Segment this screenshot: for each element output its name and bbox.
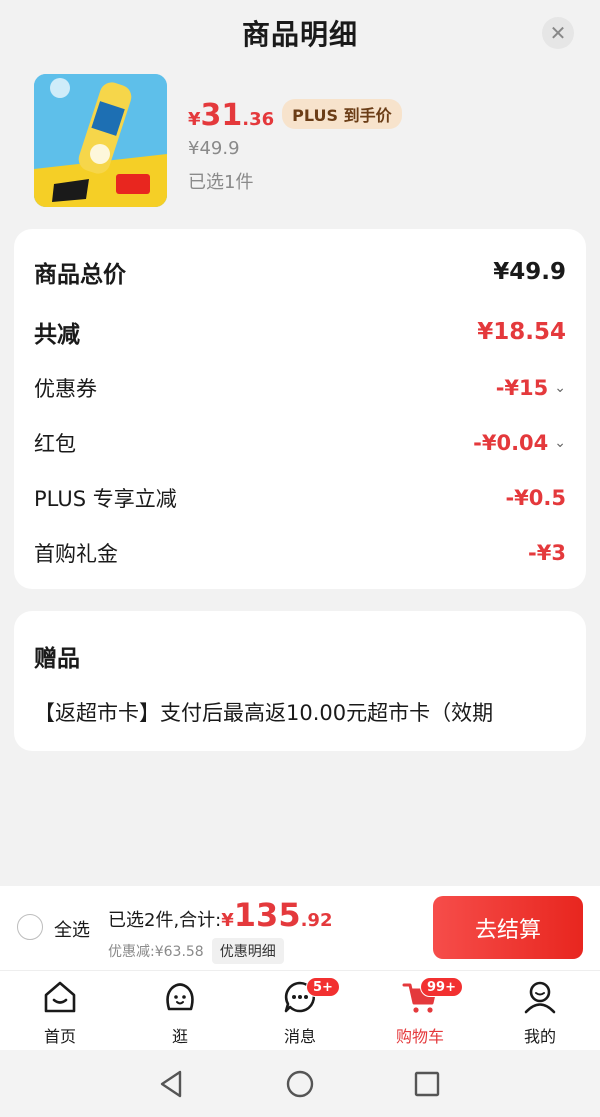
select-all-checkbox[interactable] [17,914,43,940]
chevron-down-icon[interactable]: ⌄ [554,380,566,396]
selected-count: 已选1件 [188,172,254,193]
tab-messages[interactable]: 5+ 消息 [240,971,360,1051]
gift-title: 赠品 [34,646,80,672]
row-value: -¥0.04 [473,431,549,455]
row-label: 商品总价 [34,262,126,288]
chevron-down-icon[interactable]: ⌄ [554,435,566,451]
plus-discount-row: PLUS 专享立减 -¥0.5 [34,483,566,513]
row-label: 首购礼金 [34,542,118,566]
row-label: PLUS 专享立减 [34,487,177,511]
row-label: 红包 [34,432,76,456]
total-integer: 135 [233,896,301,934]
sheet-header: 商品明细 ✕ [0,0,600,66]
total-decimal: .92 [300,910,333,931]
close-button[interactable]: ✕ [542,17,574,49]
tab-label: 我的 [523,1027,556,1046]
cart-badge: 99+ [420,977,463,997]
back-icon[interactable] [156,1068,188,1100]
close-icon: ✕ [549,21,567,45]
tab-label: 首页 [43,1027,76,1046]
product-summary: ¥ 31 .36 PLUS 到手价 ¥49.9 已选1件 [34,74,574,208]
tab-label: 购物车 [395,1027,444,1046]
original-price: ¥49.9 [188,138,240,159]
tab-profile[interactable]: 我的 [480,971,600,1051]
total-line: 已选2件,合计: ¥ 135 .92 [108,896,332,934]
tab-home[interactable]: 首页 [0,971,120,1051]
browse-icon [166,983,194,1011]
gift-description: 【返超市卡】支付后最高返10.00元超市卡（效期 [34,701,494,725]
tab-browse[interactable]: 逛 [120,971,240,1051]
select-all-label[interactable]: 全选 [54,916,90,942]
price-breakdown-card: 商品总价 ¥49.9 共减 ¥18.54 优惠券 -¥15 ⌄ 红包 -¥0.0… [14,229,586,589]
bottom-tab-bar: 首页 逛 5+ 消息 99+ 购物车 我的 [0,970,600,1050]
tab-label: 消息 [283,1027,316,1046]
total-discount-row: 共减 ¥18.54 [34,315,566,349]
row-label: 优惠券 [34,377,97,401]
price-integer: 31 [200,98,243,133]
home-nav-icon[interactable] [284,1068,316,1100]
row-label: 共减 [34,322,80,348]
discount-amount: 优惠减:¥63.58 [108,944,204,960]
recent-apps-icon[interactable] [411,1068,443,1100]
checkout-bar: 全选 已选2件,合计: ¥ 135 .92 优惠减:¥63.58 优惠明细 去结… [0,886,600,970]
price-currency: ¥ [188,109,201,130]
product-image[interactable] [34,74,167,207]
row-value: -¥3 [528,541,566,565]
row-value: -¥15 [495,376,549,400]
total-price-row: 商品总价 ¥49.9 [34,255,566,289]
profile-icon [524,981,556,1014]
gift-card: 赠品 【返超市卡】支付后最高返10.00元超市卡（效期 [14,611,586,751]
discount-detail-button[interactable]: 优惠明细 [211,938,284,964]
price-decimal: .36 [242,109,275,130]
message-badge: 5+ [306,977,340,997]
product-price: ¥ 31 .36 PLUS 到手价 [188,98,402,133]
discount-line: 优惠减:¥63.58 优惠明细 [108,938,284,964]
row-value: ¥49.9 [493,259,566,285]
tab-label: 逛 [171,1027,188,1046]
row-value-wrap: -¥15 ⌄ [496,376,566,400]
row-value: ¥18.54 [477,319,566,345]
home-icon [44,981,76,1013]
first-purchase-gift-row: 首购礼金 -¥3 [34,538,566,568]
sheet-title: 商品明细 [241,18,358,51]
row-value-wrap: -¥0.04 ⌄ [473,431,566,455]
coupon-row[interactable]: 优惠券 -¥15 ⌄ [34,373,566,403]
row-value: -¥0.5 [505,486,566,510]
tab-cart[interactable]: 99+ 购物车 [360,971,480,1051]
plus-price-tag: PLUS 到手价 [282,99,402,129]
system-navigation-bar [0,1050,600,1117]
red-packet-row[interactable]: 红包 -¥0.04 ⌄ [34,428,566,458]
total-currency: ¥ [221,910,234,931]
checkout-button[interactable]: 去结算 [433,896,583,959]
total-label: 已选2件,合计: [108,910,222,931]
